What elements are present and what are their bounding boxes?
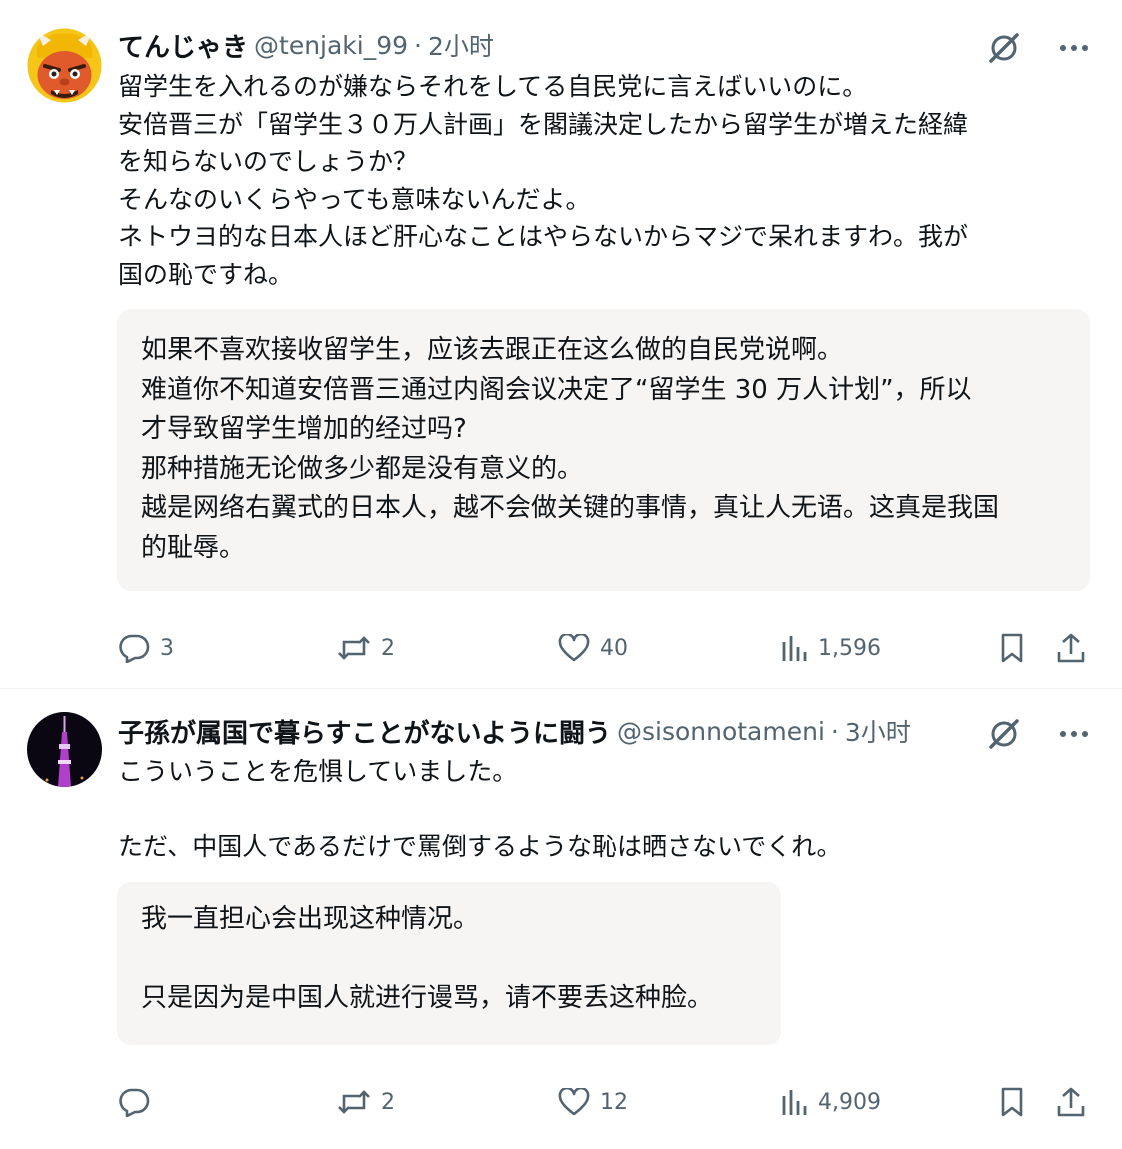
like-icon — [558, 1088, 590, 1116]
share-button[interactable] — [1055, 1080, 1087, 1124]
reply-button[interactable]: 3 — [118, 626, 174, 670]
post-header: 子孫が属国で暮らすことがないように闘う @sisonnotameni · 3小时 — [118, 713, 972, 749]
retweet-button[interactable]: 2 — [337, 1080, 395, 1124]
action-bar: 3 2 40 1,596 — [0, 626, 1122, 670]
share-icon — [1055, 632, 1087, 664]
separator: · — [830, 716, 839, 746]
views-icon — [780, 1088, 808, 1116]
reply-icon — [118, 1087, 150, 1117]
bookmark-button[interactable] — [998, 1080, 1026, 1124]
like-count: 40 — [600, 635, 628, 661]
retweet-count: 2 — [381, 635, 395, 661]
reply-button[interactable] — [118, 1080, 160, 1124]
separator: · — [414, 30, 422, 60]
more-icon[interactable] — [1054, 28, 1094, 68]
author-handle[interactable]: @sisonnotameni — [617, 717, 825, 746]
avatar[interactable] — [27, 712, 102, 787]
post[interactable]: てんじゃき @tenjaki_99 · 2小时 留学生を入れるのが嫌ならそれをし… — [0, 0, 1122, 689]
retweet-button[interactable]: 2 — [337, 626, 395, 670]
views-icon — [780, 634, 808, 662]
grok-icon[interactable] — [984, 28, 1024, 68]
share-button[interactable] — [1055, 626, 1087, 670]
post[interactable]: 子孫が属国で暮らすことがないように闘う @sisonnotameni · 3小时… — [0, 690, 1122, 1149]
post-time[interactable]: 3小时 — [845, 713, 911, 749]
like-icon — [558, 634, 590, 662]
author-handle[interactable]: @tenjaki_99 — [254, 31, 408, 60]
more-icon[interactable] — [1054, 714, 1094, 754]
oni-avatar-icon — [27, 28, 102, 103]
post-top-actions — [984, 714, 1094, 754]
post-text: 留学生を入れるのが嫌ならそれをしてる自民党に言えばいいのに。 安倍晋三が「留学生… — [118, 72, 969, 289]
translation-box: 我一直担心会出现这种情况。 只是因为是中国人就进行谩骂，请不要丢这种脸。 — [117, 882, 781, 1045]
retweet-count: 2 — [381, 1089, 395, 1115]
views-count: 4,909 — [818, 1089, 881, 1115]
author-name[interactable]: てんじゃき — [118, 27, 248, 63]
like-count: 12 — [600, 1089, 628, 1115]
views-button[interactable]: 4,909 — [780, 1080, 881, 1124]
tower-avatar-icon — [27, 712, 102, 787]
views-count: 1,596 — [818, 635, 881, 661]
reply-icon — [118, 633, 150, 663]
bookmark-icon — [998, 632, 1026, 664]
like-button[interactable]: 12 — [558, 1080, 628, 1124]
post-top-actions — [984, 28, 1094, 68]
post-time[interactable]: 2小时 — [428, 27, 494, 63]
translation-box: 如果不喜欢接收留学生，应该去跟正在这么做的自民党说啊。 难道你不知道安倍晋三通过… — [117, 309, 1090, 591]
author-name[interactable]: 子孫が属国で暮らすことがないように闘う — [118, 713, 611, 749]
like-button[interactable]: 40 — [558, 626, 628, 670]
retweet-icon — [337, 1088, 371, 1116]
avatar[interactable] — [27, 28, 102, 103]
post-header: てんじゃき @tenjaki_99 · 2小时 — [118, 27, 972, 63]
views-button[interactable]: 1,596 — [780, 626, 881, 670]
grok-icon[interactable] — [984, 714, 1024, 754]
bookmark-button[interactable] — [998, 626, 1026, 670]
bookmark-icon — [998, 1086, 1026, 1118]
post-text: こういうことを危惧していました。 ただ、中国人であるだけで罵倒するような恥は晒さ… — [118, 757, 842, 861]
share-icon — [1055, 1086, 1087, 1118]
action-bar: 2 12 4,909 — [0, 1080, 1122, 1124]
retweet-icon — [337, 634, 371, 662]
reply-count: 3 — [160, 635, 174, 661]
